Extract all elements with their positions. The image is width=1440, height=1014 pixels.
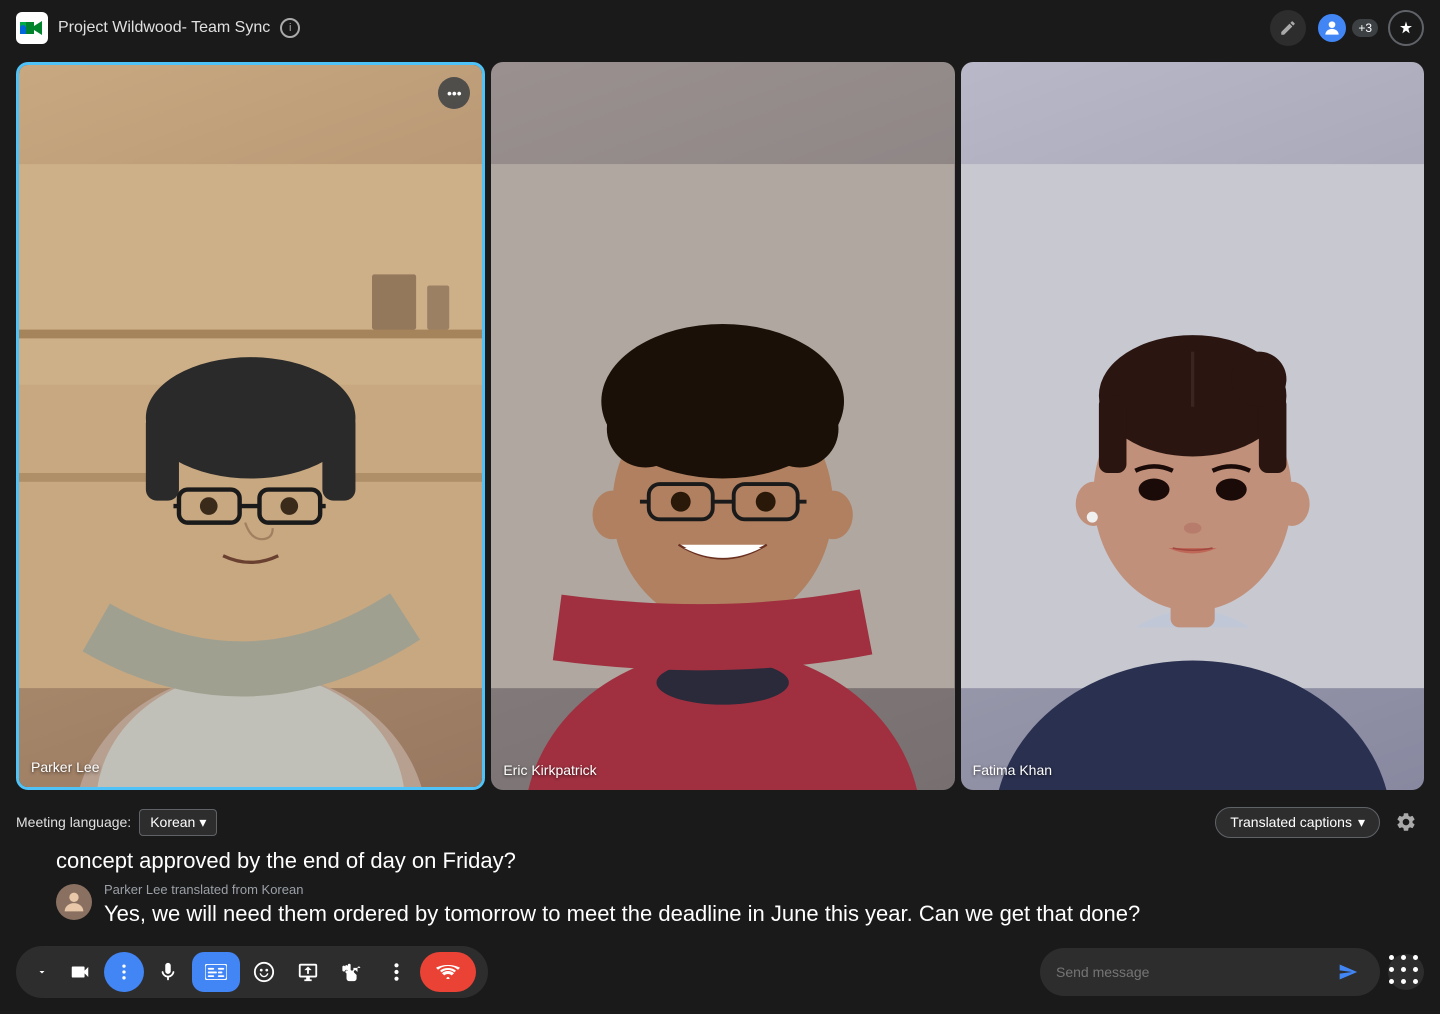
parker-name: Parker Lee xyxy=(31,759,99,775)
caption-text-area: concept approved by the end of day on Fr… xyxy=(16,844,1424,938)
video-grid: ••• Parker Lee xyxy=(0,56,1440,796)
caption-line-1: concept approved by the end of day on Fr… xyxy=(56,848,1424,874)
controls-left xyxy=(16,946,488,998)
controls-row xyxy=(16,946,1424,998)
video-bg-eric xyxy=(491,62,954,790)
translated-captions-label: Translated captions xyxy=(1230,814,1352,830)
speaker-avatar xyxy=(56,884,92,920)
apps-button[interactable] xyxy=(1388,954,1424,990)
translated-captions-button[interactable]: Translated captions ▾ xyxy=(1215,807,1380,838)
top-bar: Project Wildwood- Team Sync i +3 xyxy=(0,0,1440,56)
video-toggle-button[interactable] xyxy=(60,952,100,992)
caption-controls: Translated captions ▾ xyxy=(1215,804,1424,840)
translated-captions-arrow: ▾ xyxy=(1358,814,1365,831)
send-button[interactable] xyxy=(1332,956,1364,988)
sparkle-button[interactable] xyxy=(1388,10,1424,46)
info-icon[interactable]: i xyxy=(280,18,300,38)
captions-settings-button[interactable] xyxy=(1388,804,1424,840)
controls-right xyxy=(1040,948,1424,996)
video-tile-parker: ••• Parker Lee xyxy=(16,62,485,790)
raise-hand-button[interactable] xyxy=(332,952,372,992)
captions-toggle-button[interactable] xyxy=(192,952,240,992)
meeting-title: Project Wildwood- Team Sync xyxy=(58,19,270,37)
language-dropdown-arrow: ▾ xyxy=(199,814,206,831)
video-tile-fatima: Fatima Khan xyxy=(961,62,1424,790)
avatar-group: +3 xyxy=(1316,12,1378,44)
language-value: Korean xyxy=(150,814,195,830)
caption-line-2: Yes, we will need them ordered by tomorr… xyxy=(104,899,1424,930)
meeting-language: Meeting language: Korean ▾ xyxy=(16,809,217,836)
video-bg-fatima xyxy=(961,62,1424,790)
bottom-section: Meeting language: Korean ▾ Translated ca… xyxy=(0,796,1440,1014)
caption-speaker-row: Parker Lee translated from Korean Yes, w… xyxy=(56,882,1424,930)
message-input[interactable] xyxy=(1056,964,1324,980)
top-bar-right: +3 xyxy=(1270,10,1424,46)
more-options-button[interactable] xyxy=(104,952,144,992)
end-call-button[interactable] xyxy=(420,952,476,992)
pencil-button[interactable] xyxy=(1270,10,1306,46)
top-bar-left: Project Wildwood- Team Sync i xyxy=(16,12,300,44)
emoji-button[interactable] xyxy=(244,952,284,992)
language-selector-button[interactable]: Korean ▾ xyxy=(139,809,217,836)
eric-name: Eric Kirkpatrick xyxy=(503,762,596,778)
more-arrow-button[interactable] xyxy=(28,952,56,992)
speaker-label: Parker Lee translated from Korean xyxy=(104,882,1424,897)
fatima-name: Fatima Khan xyxy=(973,762,1052,778)
caption-bar: Meeting language: Korean ▾ Translated ca… xyxy=(16,796,1424,844)
participant-count-badge: +3 xyxy=(1352,19,1378,37)
avatar-participant xyxy=(1316,12,1348,44)
apps-grid-icon xyxy=(1389,955,1423,989)
mic-toggle-button[interactable] xyxy=(148,952,188,992)
kebab-menu-button[interactable] xyxy=(376,952,416,992)
video-tile-eric: Eric Kirkpatrick xyxy=(491,62,954,790)
caption-speaker-text: Parker Lee translated from Korean Yes, w… xyxy=(104,882,1424,930)
meeting-language-label: Meeting language: xyxy=(16,814,131,830)
google-meet-logo xyxy=(16,12,48,44)
present-button[interactable] xyxy=(288,952,328,992)
video-bg-parker xyxy=(19,65,482,787)
message-input-container xyxy=(1040,948,1380,996)
